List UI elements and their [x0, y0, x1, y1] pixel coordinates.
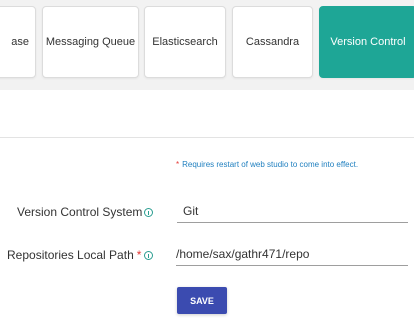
version-control-system-label-text: Version Control System: [17, 205, 143, 219]
version-control-system-label: Version Control System: [17, 205, 142, 219]
tab-elasticsearch[interactable]: Elasticsearch: [144, 6, 226, 78]
tab-version-control[interactable]: Version Control: [319, 6, 414, 78]
repositories-local-path-input[interactable]: [176, 242, 408, 266]
tab-database-partial[interactable]: ase: [0, 6, 36, 78]
repositories-local-path-label: Repositories Local Path *: [7, 248, 141, 262]
info-icon[interactable]: [144, 208, 153, 217]
restart-notice: * Requires restart of web studio to come …: [176, 160, 358, 169]
section-divider: [0, 137, 414, 138]
version-control-system-field[interactable]: [177, 199, 408, 223]
repositories-local-path-label-text: Repositories Local Path: [7, 248, 134, 262]
info-icon[interactable]: [144, 251, 153, 260]
required-marker: *: [136, 248, 142, 262]
tab-messaging-queue[interactable]: Messaging Queue: [42, 6, 139, 78]
tab-cassandra[interactable]: Cassandra: [232, 6, 313, 78]
save-button[interactable]: SAVE: [177, 287, 227, 314]
notice-text: Requires restart of web studio to come i…: [182, 160, 359, 169]
notice-marker: *: [176, 160, 180, 169]
